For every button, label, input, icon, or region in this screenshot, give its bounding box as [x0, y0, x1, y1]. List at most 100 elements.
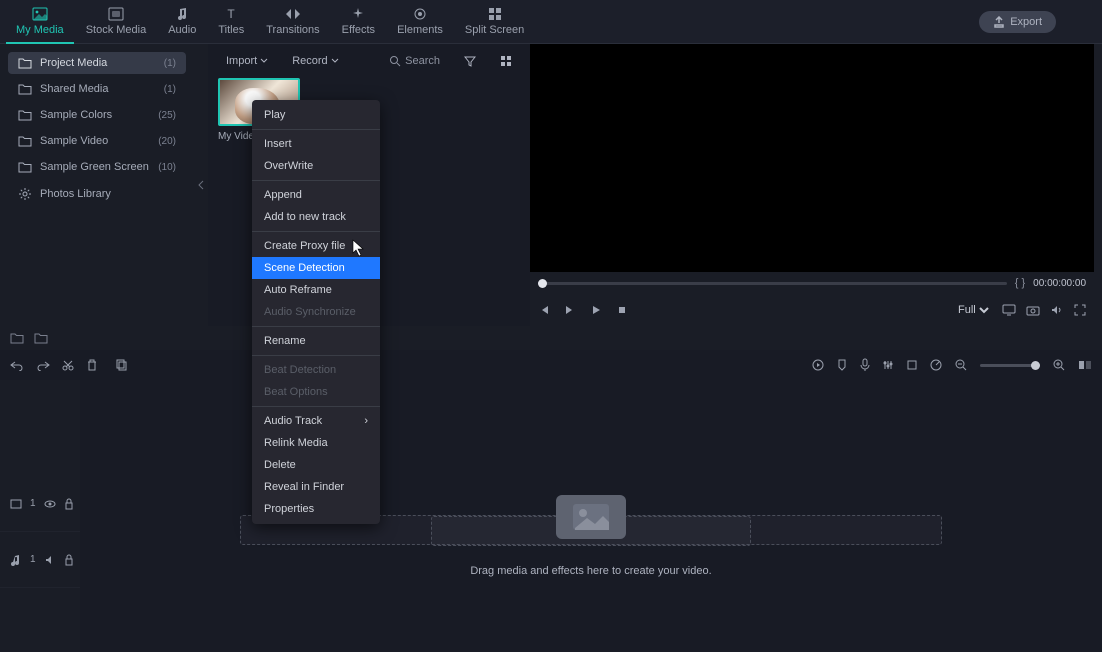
context-menu-item[interactable]: Reveal in Finder [252, 476, 380, 498]
speed-button[interactable] [930, 359, 942, 371]
sidebar-item-sample-video[interactable]: Sample Video (20) [8, 130, 186, 152]
sidebar-item-shared-media[interactable]: Shared Media (1) [8, 78, 186, 100]
image-icon [31, 6, 49, 22]
context-menu-item[interactable]: OverWrite [252, 155, 380, 177]
sidebar-item-count: (25) [158, 110, 176, 121]
tab-effects[interactable]: Effects [332, 0, 385, 44]
audio-track-icon [10, 554, 22, 566]
record-label: Record [292, 55, 327, 67]
render-button[interactable] [812, 359, 824, 371]
record-button[interactable]: Record [284, 51, 346, 71]
lock-icon[interactable] [64, 554, 74, 566]
context-menu-item[interactable]: Add to new track [252, 206, 380, 228]
context-menu-item[interactable]: Delete [252, 454, 380, 476]
redo-button[interactable] [36, 359, 50, 371]
zoom-handle[interactable] [1031, 361, 1040, 370]
cut-button[interactable] [62, 359, 74, 371]
prev-frame-button[interactable] [538, 304, 550, 316]
tab-label: Titles [218, 24, 244, 36]
gear-icon [18, 187, 32, 201]
zoom-out-button[interactable] [954, 358, 968, 372]
sidebar: Project Media (1) Shared Media (1) Sampl… [0, 44, 194, 326]
preview-scrubber[interactable] [538, 282, 1007, 285]
zoom-in-button[interactable] [1052, 358, 1066, 372]
context-menu-item[interactable]: Append [252, 184, 380, 206]
lock-icon[interactable] [64, 498, 74, 510]
delete-button-tl[interactable] [86, 359, 98, 371]
volume-button[interactable] [1050, 304, 1064, 316]
filter-button[interactable] [456, 51, 484, 71]
export-button[interactable]: Export [979, 11, 1056, 33]
sidebar-item-sample-green-screen[interactable]: Sample Green Screen (10) [8, 156, 186, 178]
crop-button[interactable] [906, 359, 918, 371]
timeline-view-button[interactable] [1078, 359, 1092, 371]
context-menu-item[interactable]: Play [252, 104, 380, 126]
grid-icon [486, 6, 504, 22]
quality-select[interactable]: Full [954, 303, 992, 317]
sidebar-item-photos-library[interactable]: Photos Library [8, 182, 186, 206]
timeline-body[interactable]: Drag media and effects here to create yo… [80, 380, 1102, 650]
voiceover-button[interactable] [860, 358, 870, 372]
search-placeholder: Search [405, 55, 440, 67]
context-menu-item[interactable]: Audio Track› [252, 410, 380, 432]
copy-button[interactable] [116, 359, 128, 371]
folder-icon [18, 135, 32, 147]
eye-icon[interactable] [44, 499, 56, 509]
sidebar-item-project-media[interactable]: Project Media (1) [8, 52, 186, 74]
tab-label: Effects [342, 24, 375, 36]
display-settings-button[interactable] [1002, 304, 1016, 316]
undo-button[interactable] [10, 359, 24, 371]
zoom-slider[interactable] [980, 364, 1040, 367]
svg-text:T: T [228, 7, 236, 21]
tab-split-screen[interactable]: Split Screen [455, 0, 534, 44]
sidebar-item-count: (1) [164, 84, 176, 95]
tab-my-media[interactable]: My Media [6, 0, 74, 44]
sidebar-collapse-handle[interactable] [194, 44, 208, 326]
play-button[interactable] [590, 304, 602, 316]
scrubber-handle[interactable] [538, 279, 547, 288]
tab-label: Elements [397, 24, 443, 36]
search-input[interactable]: Search [381, 52, 448, 70]
context-menu-item[interactable]: Auto Reframe [252, 279, 380, 301]
context-menu-item[interactable]: Relink Media [252, 432, 380, 454]
tab-elements[interactable]: Elements [387, 0, 453, 44]
tab-label: Transitions [266, 24, 319, 36]
add-folder-icon[interactable] [10, 332, 24, 344]
grid-view-button[interactable] [492, 51, 520, 71]
tab-titles[interactable]: T Titles [208, 0, 254, 44]
stop-button[interactable] [616, 304, 628, 316]
tab-audio[interactable]: Audio [158, 0, 206, 44]
snapshot-button[interactable] [1026, 304, 1040, 316]
in-out-brace: { } [1015, 277, 1025, 289]
context-menu-item[interactable]: Scene Detection [252, 257, 380, 279]
search-icon [389, 55, 401, 67]
sidebar-item-count: (1) [164, 58, 176, 69]
tab-stock-media[interactable]: Stock Media [76, 0, 157, 44]
import-button[interactable]: Import [218, 51, 276, 71]
context-menu-item[interactable]: Properties [252, 498, 380, 520]
timeline: 1 1 Drag media and effects here to creat… [0, 380, 1102, 650]
folder-icon[interactable] [34, 332, 48, 344]
sidebar-item-sample-colors[interactable]: Sample Colors (25) [8, 104, 186, 126]
marker-button[interactable] [836, 359, 848, 371]
mixer-button[interactable] [882, 359, 894, 371]
next-frame-button[interactable] [564, 304, 576, 316]
drop-slot-center[interactable] [431, 516, 751, 546]
transitions-icon [284, 6, 302, 22]
context-menu-item[interactable]: Rename [252, 330, 380, 352]
context-menu-item[interactable]: Insert [252, 133, 380, 155]
track-label: 1 [30, 498, 36, 509]
fullscreen-button[interactable] [1074, 304, 1086, 316]
video-track-header[interactable]: 1 [0, 476, 80, 532]
mute-icon[interactable] [44, 555, 56, 565]
camera-icon [1026, 304, 1040, 316]
export-icon [993, 16, 1005, 28]
titles-icon: T [222, 6, 240, 22]
sidebar-item-label: Sample Colors [40, 109, 112, 121]
preview-viewport[interactable] [530, 44, 1094, 272]
tab-transitions[interactable]: Transitions [256, 0, 329, 44]
context-menu-item: Beat Options [252, 381, 380, 403]
audio-track-header[interactable]: 1 [0, 532, 80, 588]
timecode: 00:00:00:00 [1033, 278, 1086, 289]
chevron-down-icon [331, 58, 339, 64]
